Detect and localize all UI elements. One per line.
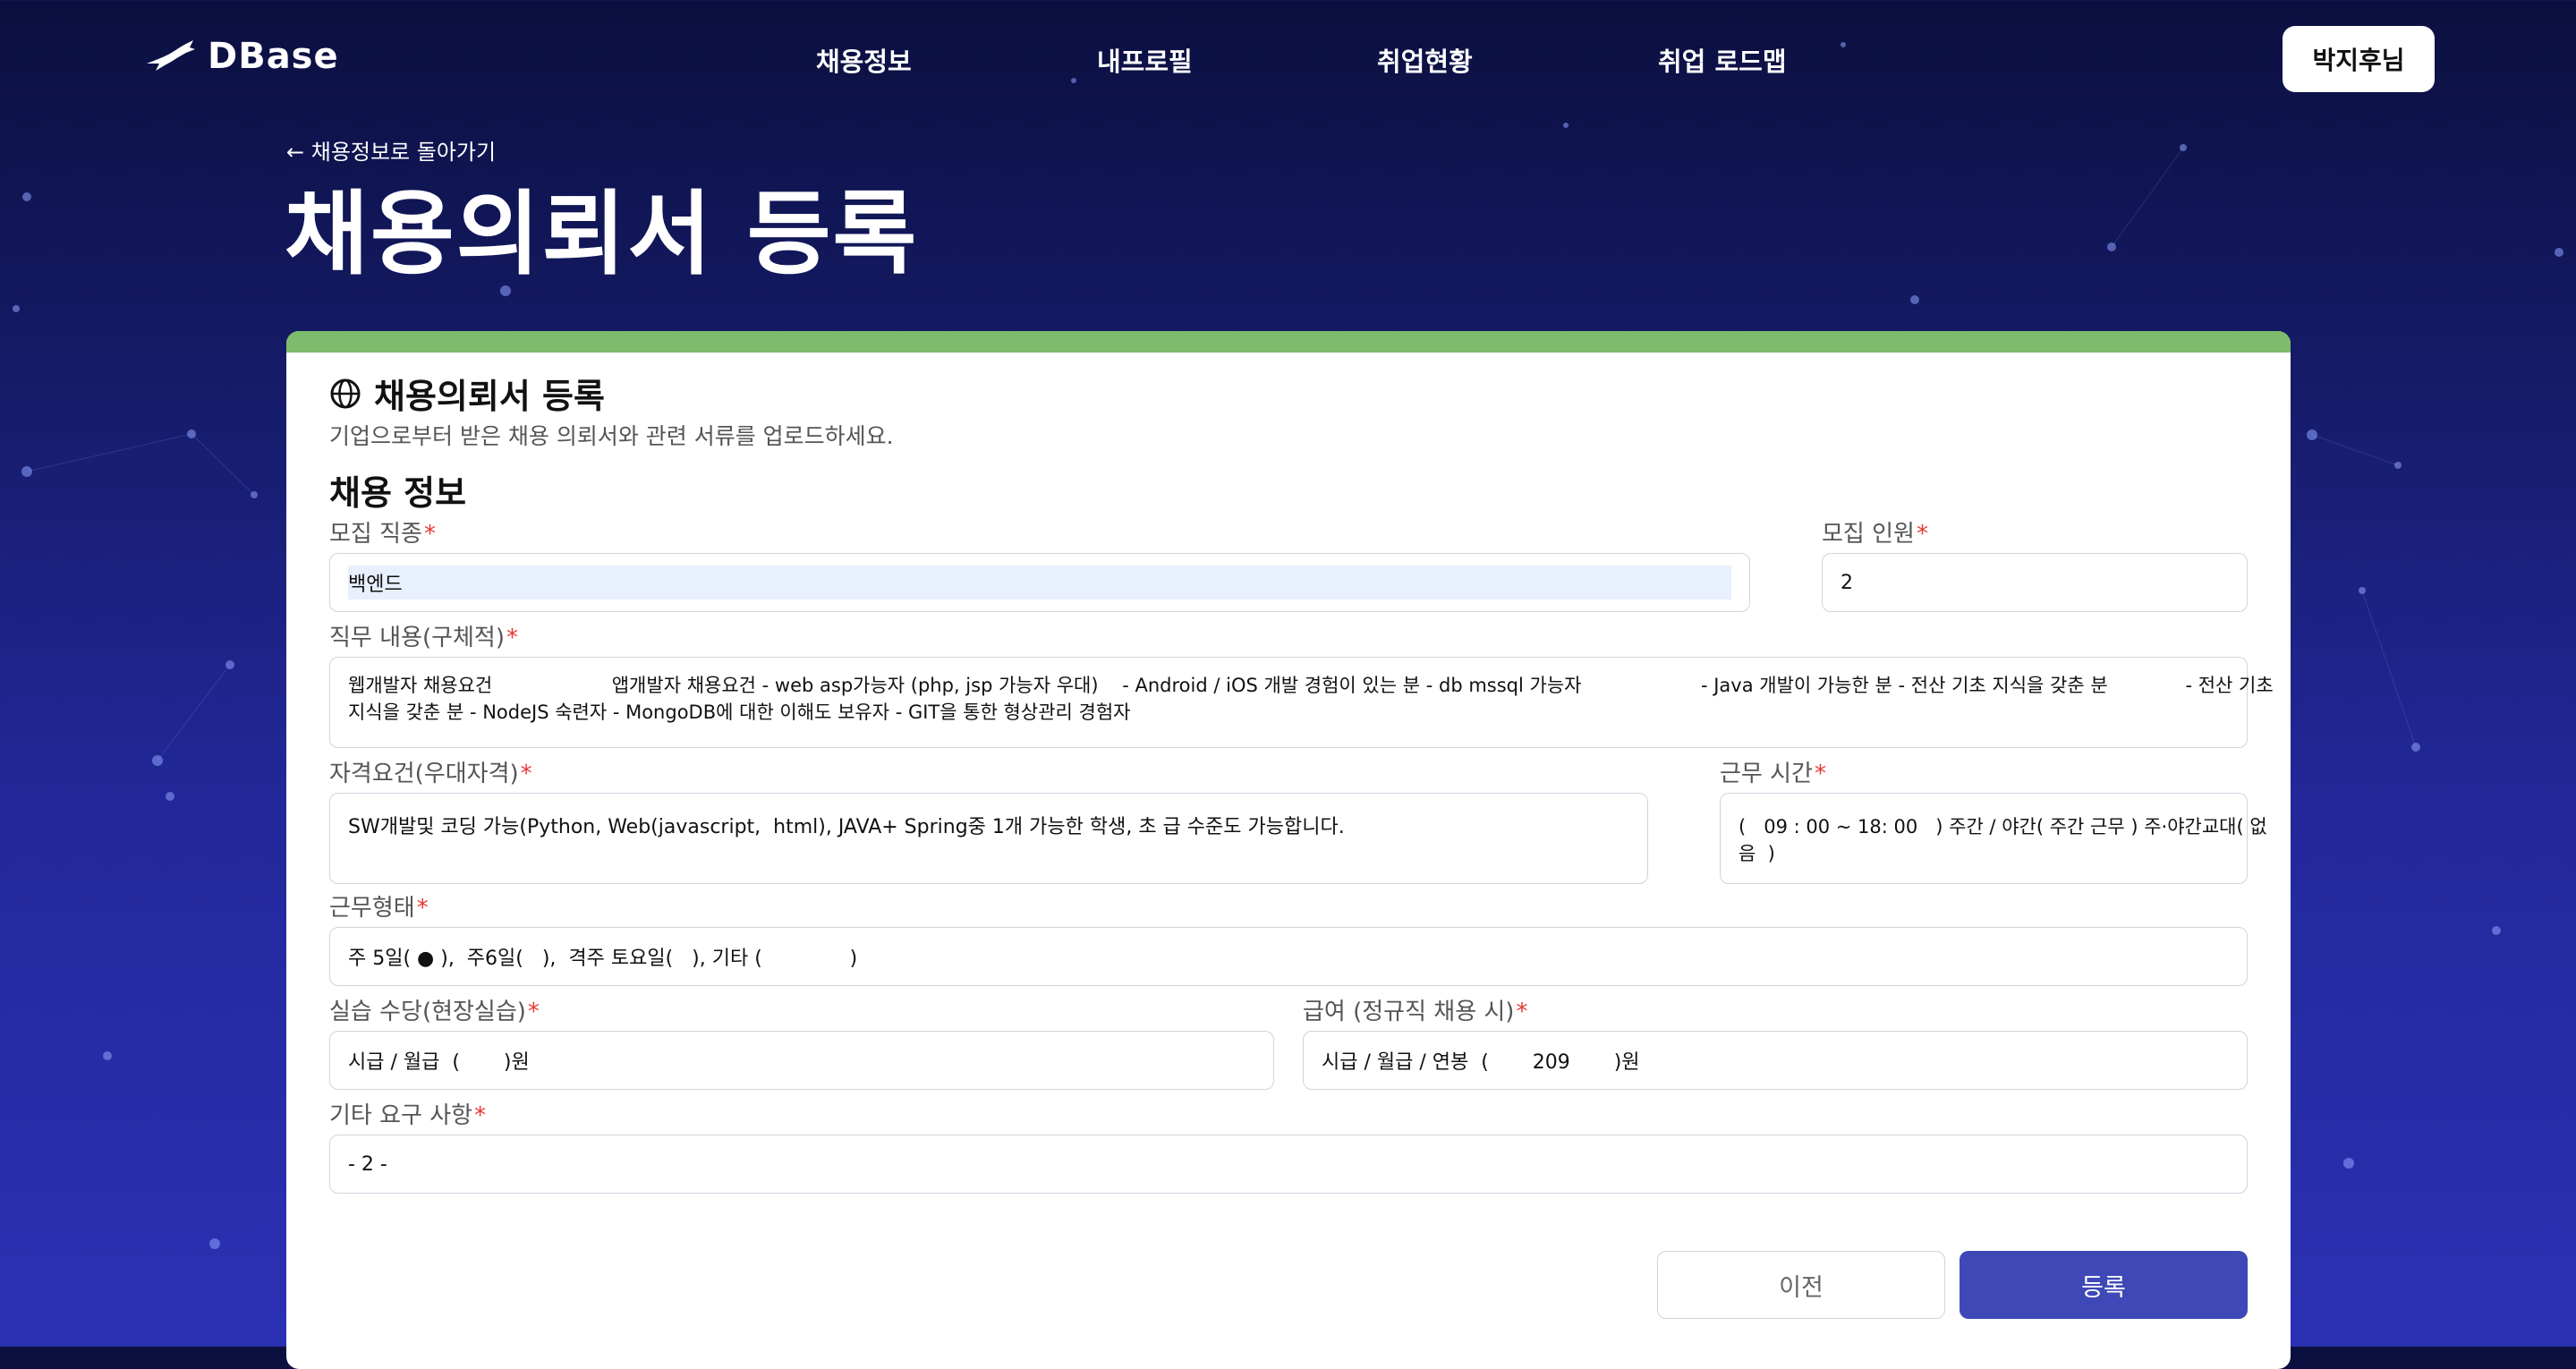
main-nav: 채용정보 내프로필 취업현황 취업 로드맵 [0,41,2576,77]
work-hours-line-1: ( 09 : 00 ~ 18: 00 ) 주간 / 야간( 주간 근무 ) 주·… [1739,816,2267,838]
qualification-textarea[interactable]: SW개발및 코딩 가능(Python, Web(javascript, html… [329,793,1648,884]
work-hours-line-2: 음 ) [1739,843,1775,864]
job-type-value: 백엔드 [348,565,1731,599]
prev-button[interactable]: 이전 [1657,1251,1945,1319]
card-header: 채용의뢰서 등록 [329,369,605,418]
work-hours-label: 근무 시간* [1720,761,1826,787]
intern-pay-label: 실습 수당(현장실습)* [329,999,540,1025]
card-subtitle: 기업으로부터 받은 채용 의뢰서와 관련 서류를 업로드하세요. [329,423,894,449]
submit-button[interactable]: 등록 [1960,1251,2248,1319]
nav-item-employment-status[interactable]: 취업현황 [1377,41,1473,79]
work-type-input[interactable]: 주 5일( ● ), 주6일( ), 격주 토요일( ), 기타 ( ) [329,927,2248,986]
registration-card: 채용의뢰서 등록 기업으로부터 받은 채용 의뢰서와 관련 서류를 업로드하세요… [286,331,2291,1369]
job-detail-line-2: 지식을 갖춘 분 - NodeJS 숙련자 - MongoDB에 대한 이해도 … [348,702,1131,723]
headcount-input[interactable]: 2 [1822,553,2248,612]
card-title: 채용의뢰서 등록 [374,377,605,416]
nav-item-job-info[interactable]: 채용정보 [816,41,912,79]
job-detail-textarea[interactable]: 웹개발자 채용요건 앱개발자 채용요건 - web asp가능자 (php, j… [329,657,2274,748]
top-navbar: DBase 채용정보 내프로필 취업현황 취업 로드맵 박지후님 [0,0,2576,116]
salary-label: 급여 (정규직 채용 시)* [1303,999,1528,1025]
globe-icon [330,378,361,408]
qualification-label: 자격요건(우대자격)* [329,761,532,787]
other-requirements-input[interactable]: - 2 - [329,1135,2248,1194]
job-detail-label: 직무 내용(구체적)* [329,625,518,651]
headcount-label: 모집 인원* [1822,521,1928,548]
work-hours-textarea[interactable]: ( 09 : 00 ~ 18: 00 ) 주간 / 야간( 주간 근무 ) 주·… [1720,793,2267,884]
intern-pay-input[interactable]: 시급 / 월급 ( )원 [329,1031,1274,1090]
work-type-label: 근무형태* [329,895,429,922]
other-requirements-label: 기타 요구 사항* [329,1102,487,1129]
nav-item-my-profile[interactable]: 내프로필 [1097,41,1193,79]
salary-input[interactable]: 시급 / 월급 / 연봉 ( 209 )원 [1303,1031,2248,1090]
user-menu-button[interactable]: 박지후님 [2283,26,2435,92]
job-type-input[interactable]: 백엔드 [329,553,1750,612]
nav-item-roadmap[interactable]: 취업 로드맵 [1658,41,1787,79]
job-type-label: 모집 직종* [329,521,436,548]
section-title: 채용 정보 [329,473,467,513]
job-detail-line-1: 웹개발자 채용요건 앱개발자 채용요건 - web asp가능자 (php, j… [348,675,2274,696]
card-accent-bar [286,331,2291,353]
page-title: 채용의뢰서 등록 [285,182,919,288]
